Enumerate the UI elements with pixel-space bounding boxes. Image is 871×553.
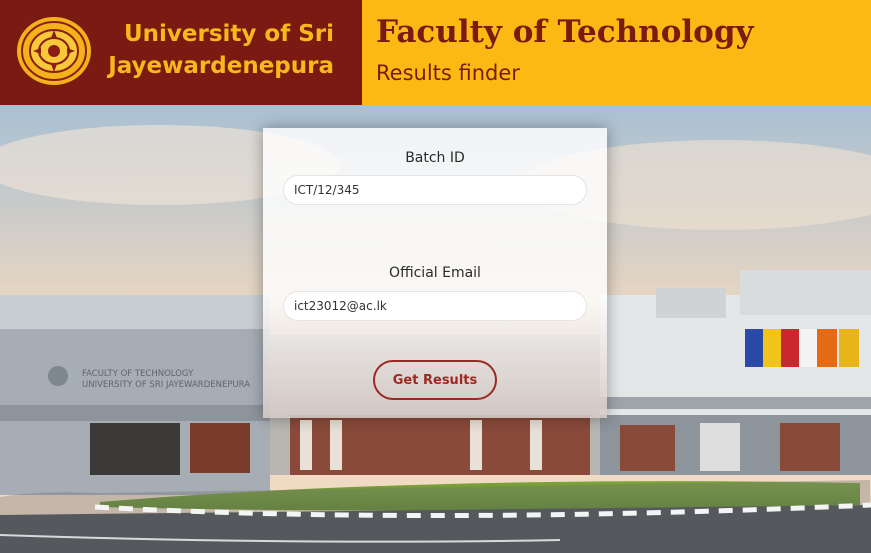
results-form-panel: Batch ID Official Email Get Results xyxy=(263,128,607,418)
svg-text:UNIVERSITY OF SRI JAYEWARDENEP: UNIVERSITY OF SRI JAYEWARDENEPURA xyxy=(82,380,250,390)
university-banner: University of Sri Jayewardenepura xyxy=(0,0,362,105)
university-name-line1: University of Sri xyxy=(123,21,334,47)
batch-id-input[interactable] xyxy=(283,175,587,205)
university-name: University of Sri Jayewardenepura xyxy=(108,18,334,82)
official-email-label: Official Email xyxy=(389,265,481,281)
svg-text:FACULTY OF TECHNOLOGY: FACULTY OF TECHNOLOGY xyxy=(82,369,194,379)
page-subtitle: Results finder xyxy=(376,61,520,85)
faculty-banner: Faculty of Technology Results finder xyxy=(362,0,871,105)
university-seal-icon xyxy=(17,17,91,85)
site-header: University of Sri Jayewardenepura Facult… xyxy=(0,0,871,105)
university-name-line2: Jayewardenepura xyxy=(108,53,334,79)
official-email-input[interactable] xyxy=(283,291,587,321)
batch-id-label: Batch ID xyxy=(405,150,465,166)
faculty-title: Faculty of Technology xyxy=(376,14,754,50)
get-results-button[interactable]: Get Results xyxy=(373,360,497,400)
